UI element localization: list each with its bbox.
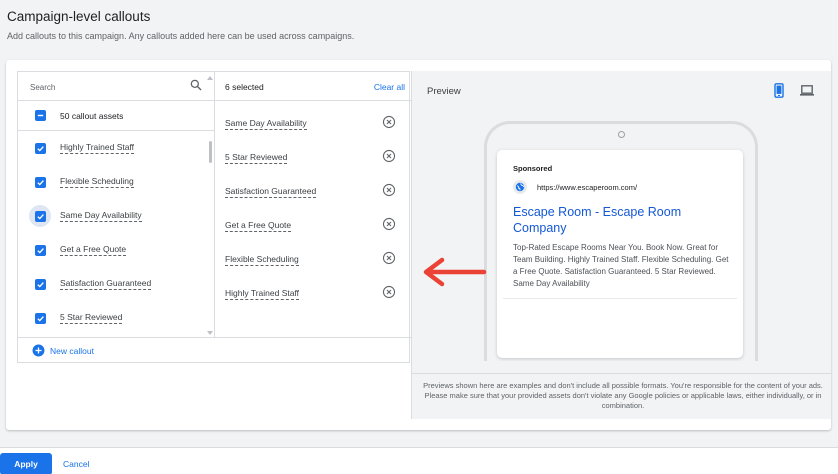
select-all-checkbox[interactable] [35, 110, 46, 121]
remove-icon[interactable] [382, 251, 396, 265]
check-icon [36, 213, 44, 220]
callout-label: Satisfaction Guaranteed [60, 278, 152, 290]
selected-label: Satisfaction Guaranteed [225, 186, 317, 198]
add-circle-icon [32, 344, 45, 357]
selected-label: Flexible Scheduling [225, 254, 299, 266]
new-callout-button[interactable]: New callout [18, 337, 411, 363]
selected-label: Highly Trained Staff [225, 288, 300, 300]
ad-url: https://www.escaperoom.com/ [537, 183, 638, 192]
ad-preview-panel: Preview Sponsored https://www.escaperoom… [411, 71, 832, 419]
callout-checkbox[interactable] [34, 244, 46, 256]
search-icon[interactable] [189, 78, 203, 92]
callout-checkbox[interactable] [34, 176, 46, 188]
callout-checkbox[interactable] [34, 210, 46, 222]
ad-headline: Escape Room - Escape Room Company [513, 205, 682, 235]
checkbox-wrapper [29, 205, 51, 227]
selected-count: 6 selected [225, 82, 264, 92]
callout-picker: 50 callout assets Highly Trained Staff F… [17, 71, 411, 363]
remove-icon[interactable] [382, 183, 396, 197]
page-header: Campaign-level callouts Add callouts to … [0, 0, 838, 60]
list-item[interactable]: 5 Star Reviewed [18, 301, 208, 335]
checkbox-wrapper [29, 273, 51, 295]
selected-label: Get a Free Quote [225, 220, 292, 232]
action-footer: Apply Cancel [0, 447, 838, 474]
callout-list[interactable]: Highly Trained Staff Flexible Scheduling… [18, 76, 214, 337]
selected-item: Get a Free Quote [215, 208, 411, 242]
callout-checkbox[interactable] [34, 278, 46, 290]
cancel-button[interactable]: Cancel [63, 453, 89, 474]
checkbox-wrapper [29, 239, 51, 261]
callout-label: Highly Trained Staff [60, 142, 135, 154]
disclaimer-text: Previews shown here are examples and don… [423, 381, 823, 410]
check-icon [36, 247, 44, 254]
selected-item: Satisfaction Guaranteed [215, 174, 411, 208]
remove-icon[interactable] [382, 115, 396, 129]
scroll-up-icon[interactable] [207, 76, 213, 80]
list-item[interactable]: Get a Free Quote [18, 233, 208, 267]
scroll-down-icon[interactable] [207, 331, 213, 335]
list-item[interactable]: Satisfaction Guaranteed [18, 267, 208, 301]
callout-label: Flexible Scheduling [60, 176, 134, 188]
check-icon [36, 315, 44, 322]
callout-label: Get a Free Quote [60, 244, 127, 256]
select-all-label: 50 callout assets [60, 111, 124, 121]
list-item[interactable]: Highly Trained Staff [18, 131, 208, 165]
apply-button[interactable]: Apply [0, 453, 52, 474]
page-title: Campaign-level callouts [7, 9, 151, 24]
remove-icon[interactable] [382, 217, 396, 231]
preview-disclaimer: Previews shown here are examples and don… [412, 373, 832, 419]
search-input[interactable] [30, 80, 180, 94]
annotation-arrow-icon [423, 257, 487, 287]
callouts-card: 50 callout assets Highly Trained Staff F… [6, 60, 832, 430]
selected-callouts-column: 6 selected Clear all Same Day Availabili… [215, 72, 411, 337]
search-row [18, 72, 214, 101]
check-icon [36, 179, 44, 186]
selected-item: Flexible Scheduling [215, 242, 411, 276]
remove-icon[interactable] [382, 149, 396, 163]
checkbox-wrapper [29, 171, 51, 193]
select-all-row[interactable]: 50 callout assets [18, 101, 214, 131]
callout-checkbox[interactable] [34, 312, 46, 324]
globe-icon [513, 180, 527, 194]
selected-label: 5 Star Reviewed [225, 152, 288, 164]
ad-divider [503, 298, 737, 299]
callout-checkbox[interactable] [34, 142, 46, 154]
available-callouts-column: 50 callout assets Highly Trained Staff F… [18, 72, 215, 337]
mobile-device-icon[interactable] [774, 83, 784, 98]
callout-label: 5 Star Reviewed [60, 312, 123, 324]
list-item[interactable]: Flexible Scheduling [18, 165, 208, 199]
ad-description: Top-Rated Escape Rooms Near You. Book No… [513, 243, 729, 288]
list-scrollbar[interactable] [209, 141, 212, 163]
check-icon [36, 281, 44, 288]
phone-frame: Sponsored https://www.escaperoom.com/ Es… [484, 121, 758, 361]
phone-camera [618, 131, 625, 138]
indeterminate-icon [37, 114, 44, 117]
clear-all-button[interactable]: Clear all [374, 82, 405, 92]
callout-label: Same Day Availability [60, 210, 142, 222]
list-item[interactable]: Same Day Availability [18, 199, 208, 233]
sponsored-label: Sponsored [513, 164, 553, 173]
ad-card: Sponsored https://www.escaperoom.com/ Es… [497, 150, 743, 358]
selected-header: 6 selected Clear all [215, 72, 411, 101]
selected-label: Same Day Availability [225, 118, 307, 130]
desktop-device-icon[interactable] [800, 85, 814, 96]
check-icon [36, 145, 44, 152]
checkbox-wrapper [29, 137, 51, 159]
selected-item: 5 Star Reviewed [215, 140, 411, 174]
checkbox-wrapper [29, 307, 51, 329]
page-subtitle: Add callouts to this campaign. Any callo… [7, 31, 355, 41]
preview-title: Preview [427, 86, 461, 97]
selected-item: Same Day Availability [215, 106, 411, 140]
new-callout-label: New callout [50, 346, 94, 356]
selected-item: Highly Trained Staff [215, 276, 411, 310]
remove-icon[interactable] [382, 285, 396, 299]
